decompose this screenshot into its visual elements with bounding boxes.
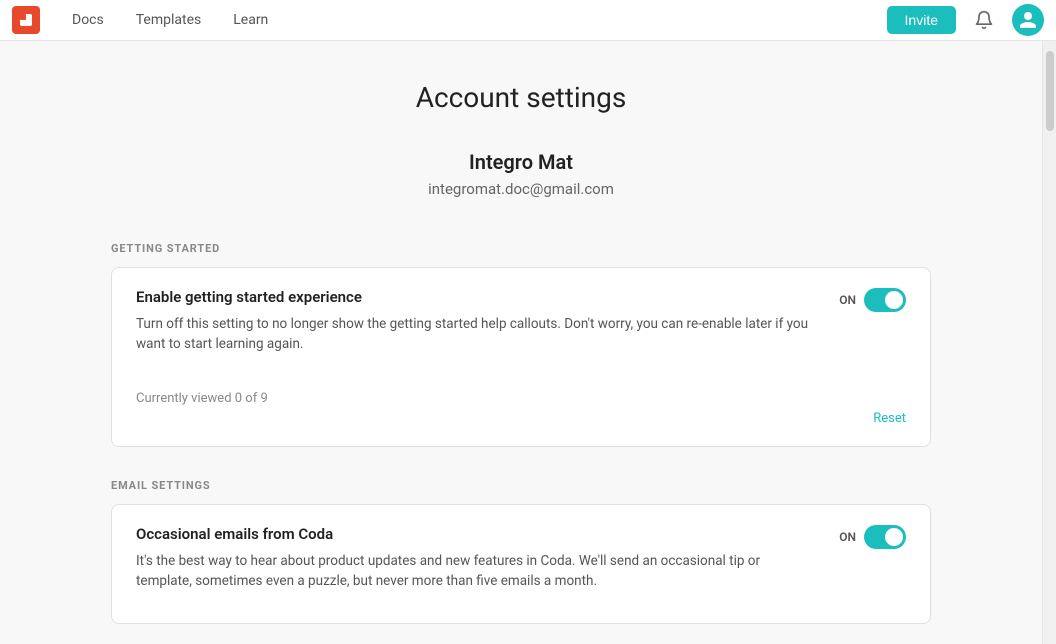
email-settings-row: Occasional emails from Coda It's the bes…: [136, 525, 906, 604]
getting-started-controls: ON: [839, 288, 906, 312]
user-name: Integro Mat: [111, 150, 931, 174]
email-settings-controls: ON: [839, 525, 906, 549]
email-settings-card: Occasional emails from Coda It's the bes…: [111, 504, 931, 625]
getting-started-meta: Currently viewed 0 of 9: [136, 391, 268, 406]
getting-started-row: Enable getting started experience Turn o…: [136, 288, 906, 367]
content-inner: Account settings Integro Mat integromat.…: [111, 81, 931, 624]
getting-started-text: Enable getting started experience Turn o…: [136, 288, 839, 367]
app-logo[interactable]: [12, 6, 40, 34]
getting-started-toggle[interactable]: [864, 288, 906, 312]
email-settings-toggle-label: ON: [839, 530, 856, 544]
getting-started-toggle-row: ON: [839, 288, 906, 312]
docs-nav-link[interactable]: Docs: [56, 0, 120, 41]
email-settings-toggle[interactable]: [864, 525, 906, 549]
nav-links: Docs Templates Learn: [56, 0, 284, 41]
user-avatar[interactable]: [1012, 4, 1044, 36]
page-title: Account settings: [111, 81, 931, 114]
getting-started-label: GETTING STARTED: [111, 242, 931, 255]
reset-link[interactable]: Reset: [873, 411, 906, 426]
email-settings-text: Occasional emails from Coda It's the bes…: [136, 525, 839, 604]
email-settings-desc: It's the best way to hear about product …: [136, 551, 815, 592]
getting-started-desc: Turn off this setting to no longer show …: [136, 314, 815, 355]
nav-right: Invite: [887, 4, 1044, 36]
getting-started-footer: Currently viewed 0 of 9 Reset: [136, 371, 906, 426]
email-settings-label: EMAIL SETTINGS: [111, 479, 931, 492]
getting-started-title: Enable getting started experience: [136, 288, 815, 306]
invite-button[interactable]: Invite: [887, 6, 956, 34]
page-container: Account settings Integro Mat integromat.…: [0, 41, 1056, 644]
getting-started-card: Enable getting started experience Turn o…: [111, 267, 931, 447]
email-settings-toggle-row: ON: [839, 525, 906, 549]
user-email: integromat.doc@gmail.com: [111, 180, 931, 198]
email-settings-title: Occasional emails from Coda: [136, 525, 815, 543]
getting-started-toggle-label: ON: [839, 293, 856, 307]
learn-nav-link[interactable]: Learn: [217, 0, 284, 41]
notifications-icon[interactable]: [968, 4, 1000, 36]
scrollbar-track[interactable]: [1042, 41, 1056, 644]
main-content: Account settings Integro Mat integromat.…: [0, 41, 1042, 644]
templates-nav-link[interactable]: Templates: [120, 0, 218, 41]
scrollbar-thumb[interactable]: [1046, 51, 1054, 131]
navbar: Docs Templates Learn Invite: [0, 0, 1056, 41]
